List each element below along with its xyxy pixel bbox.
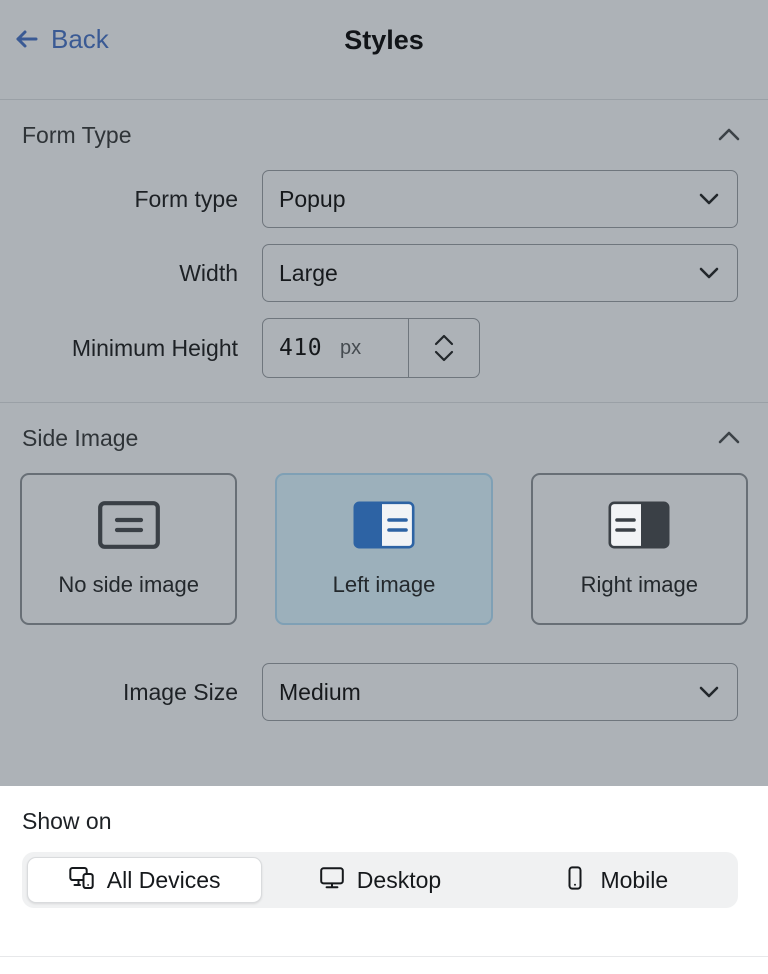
width-select[interactable]: Large xyxy=(262,244,738,302)
side-image-options: No side image Left image xyxy=(0,473,768,625)
section-title-form-type: Form Type xyxy=(22,122,132,149)
show-on-segmented-control: All Devices Desktop xyxy=(22,852,738,908)
image-size-select[interactable]: Medium xyxy=(262,663,738,721)
field-row-form-type: Form type Popup xyxy=(0,170,768,228)
form-type-select[interactable]: Popup xyxy=(262,170,738,228)
minimum-height-input[interactable]: 410 px xyxy=(263,319,408,377)
image-size-select-value: Medium xyxy=(279,679,361,706)
settings-panel: Back Styles Form Type Form type Popup xyxy=(0,0,768,786)
side-image-option-label: Right image xyxy=(581,572,698,598)
show-on-panel: Show on All Devices xyxy=(0,786,768,974)
side-image-option-right-image[interactable]: Right image xyxy=(531,473,748,625)
page-title: Styles xyxy=(0,25,768,56)
section-side-image: Side Image No side xyxy=(0,403,768,721)
bottom-divider xyxy=(0,956,768,957)
minimum-height-unit: px xyxy=(340,337,361,360)
styles-settings-screen: Back Styles Form Type Form type Popup xyxy=(0,0,768,974)
show-on-label: Show on xyxy=(22,808,112,835)
segment-label-all-devices: All Devices xyxy=(107,867,221,894)
field-label-image-size: Image Size xyxy=(0,679,262,706)
side-image-option-label: No side image xyxy=(58,572,199,598)
segment-mobile[interactable]: Mobile xyxy=(498,857,733,903)
side-image-option-no-side-image[interactable]: No side image xyxy=(20,473,237,625)
chevron-up-icon[interactable] xyxy=(714,423,744,453)
screen-header: Back Styles xyxy=(0,0,768,100)
section-header-form-type[interactable]: Form Type xyxy=(0,100,768,170)
devices-icon xyxy=(69,865,95,896)
layout-left-image-icon xyxy=(353,501,415,554)
chevron-up-icon[interactable] xyxy=(714,120,744,150)
segment-desktop[interactable]: Desktop xyxy=(262,857,497,903)
phone-icon xyxy=(562,865,588,896)
form-type-select-value: Popup xyxy=(279,186,346,213)
minimum-height-value: 410 xyxy=(279,335,322,361)
segment-all-devices[interactable]: All Devices xyxy=(27,857,262,903)
width-select-value: Large xyxy=(279,260,338,287)
field-row-width: Width Large xyxy=(0,244,768,302)
side-image-option-left-image[interactable]: Left image xyxy=(275,473,492,625)
minimum-height-stepper[interactable]: 410 px xyxy=(262,318,480,378)
field-row-image-size: Image Size Medium xyxy=(0,663,768,721)
field-label-width: Width xyxy=(0,260,262,287)
segment-label-desktop: Desktop xyxy=(357,867,441,894)
layout-right-image-icon xyxy=(608,501,670,554)
stepper-up-down-icon[interactable] xyxy=(408,319,479,377)
layout-no-image-icon xyxy=(98,501,160,554)
chevron-down-icon xyxy=(695,678,723,706)
section-header-side-image[interactable]: Side Image xyxy=(0,403,768,473)
segment-label-mobile: Mobile xyxy=(600,867,668,894)
chevron-down-icon xyxy=(695,185,723,213)
field-row-minimum-height: Minimum Height 410 px xyxy=(0,318,768,378)
field-label-minimum-height: Minimum Height xyxy=(0,335,262,362)
field-label-form-type: Form type xyxy=(0,186,262,213)
section-title-side-image: Side Image xyxy=(22,425,138,452)
section-form-type: Form Type Form type Popup xyxy=(0,100,768,403)
side-image-option-label: Left image xyxy=(333,572,436,598)
monitor-icon xyxy=(319,865,345,896)
chevron-down-icon xyxy=(695,259,723,287)
